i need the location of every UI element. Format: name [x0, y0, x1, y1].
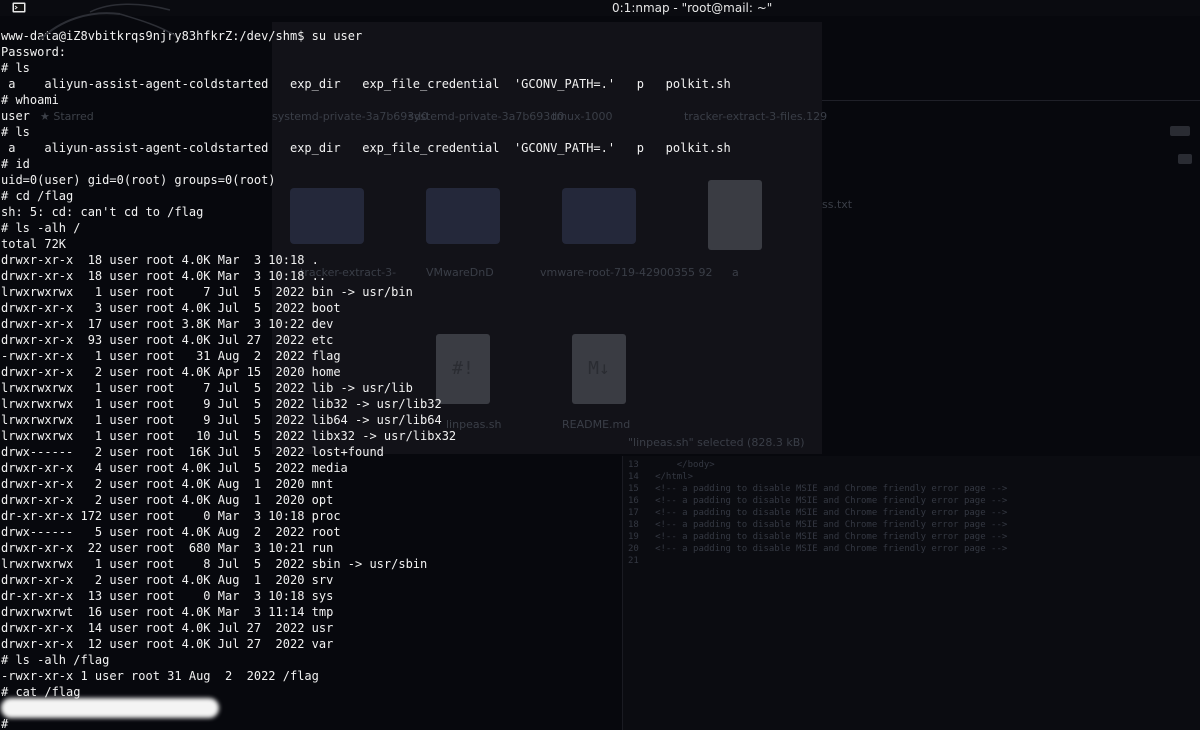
terminal-line: drwxr-xr-x 3 user root 4.0K Jul 5 2022 b…: [1, 301, 341, 315]
terminal-line: drwxr-xr-x 12 user root 4.0K Jul 27 2022…: [1, 637, 334, 651]
terminal-line: drwx------ 2 user root 16K Jul 5 2022 lo…: [1, 445, 384, 459]
terminal-line: a aliyun-assist-agent-coldstarted exp_di…: [1, 141, 731, 155]
redaction-blur: [1, 698, 219, 718]
terminal-line: # ls: [1, 61, 30, 75]
terminal-line: # ls -alh /flag: [1, 653, 110, 667]
terminal-line: drwx------ 5 user root 4.0K Aug 2 2022 r…: [1, 525, 341, 539]
terminal-line: drwxr-xr-x 2 user root 4.0K Aug 1 2020 s…: [1, 573, 334, 587]
terminal-line: -rwxr-xr-x 1 user root 31 Aug 2 2022 /fl…: [1, 669, 319, 683]
terminal-line: drwxr-xr-x 22 user root 680 Mar 3 10:21 …: [1, 541, 334, 555]
terminal-line: user: [1, 109, 30, 123]
terminal-line: a aliyun-assist-agent-coldstarted exp_di…: [1, 77, 731, 91]
terminal-line: lrwxrwxrwx 1 user root 7 Jul 5 2022 lib …: [1, 381, 413, 395]
terminal-line: drwxr-xr-x 18 user root 4.0K Mar 3 10:18…: [1, 269, 327, 283]
terminal-line: lrwxrwxrwx 1 user root 9 Jul 5 2022 lib3…: [1, 397, 442, 411]
terminal-line: drwxr-xr-x 17 user root 3.8K Mar 3 10:22…: [1, 317, 334, 331]
terminal-line: lrwxrwxrwx 1 user root 10 Jul 5 2022 lib…: [1, 429, 457, 443]
terminal-line: -rwxr-xr-x 1 user root 31 Aug 2 2022 fla…: [1, 349, 341, 363]
terminal-line: lrwxrwxrwx 1 user root 9 Jul 5 2022 lib6…: [1, 413, 442, 427]
terminal-line: total 72K: [1, 237, 67, 251]
terminal-output[interactable]: www-data@iZ8vbitkrqs9njry83hfkrZ:/dev/sh…: [0, 28, 1200, 730]
desktop-screen: ★ Starred systemd-private-3a7b693d0 syst…: [0, 0, 1200, 730]
terminal-line: drwxr-xr-x 18 user root 4.0K Mar 3 10:18…: [1, 253, 319, 267]
redacted-flag-output: [0, 698, 1200, 718]
terminal-line: # ls: [1, 125, 30, 139]
terminal-line: drwxr-xr-x 2 user root 4.0K Aug 1 2020 m…: [1, 477, 334, 491]
terminal-line: lrwxrwxrwx 1 user root 8 Jul 5 2022 sbin…: [1, 557, 428, 571]
wallpaper-branch-decoration: [39, 3, 177, 40]
shell-prompt[interactable]: #: [0, 716, 1200, 730]
terminal-line: drwxr-xr-x 93 user root 4.0K Jul 27 2022…: [1, 333, 334, 347]
terminal-line: lrwxrwxrwx 1 user root 7 Jul 5 2022 bin …: [1, 285, 413, 299]
terminal-line: Password:: [1, 45, 67, 59]
terminal-line: drwxr-xr-x 4 user root 4.0K Jul 5 2022 m…: [1, 461, 348, 475]
terminal-line: # whoami: [1, 93, 59, 107]
terminal-line: dr-xr-xr-x 13 user root 0 Mar 3 10:18 sy…: [1, 589, 334, 603]
window-title: 0:1:nmap - "root@mail: ~": [612, 1, 773, 15]
terminal-line: dr-xr-xr-x 172 user root 0 Mar 3 10:18 p…: [1, 509, 341, 523]
terminal-line: sh: 5: cd: can't cd to /flag: [1, 205, 204, 219]
terminal-line: drwxrwxrwt 16 user root 4.0K Mar 3 11:14…: [1, 605, 334, 619]
terminal-line: uid=0(user) gid=0(root) groups=0(root): [1, 173, 276, 187]
terminal-line: drwxr-xr-x 14 user root 4.0K Jul 27 2022…: [1, 621, 334, 635]
terminal-line: drwxr-xr-x 2 user root 4.0K Aug 1 2020 o…: [1, 493, 334, 507]
terminal-line: # id: [1, 157, 30, 171]
terminal-line: # ls -alh /: [1, 221, 81, 235]
terminal-line: drwxr-xr-x 2 user root 4.0K Apr 15 2020 …: [1, 365, 341, 379]
terminal-line: # cd /flag: [1, 189, 74, 203]
